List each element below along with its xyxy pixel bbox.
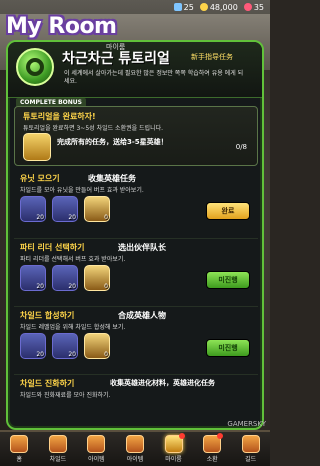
heart-icon: [243, 3, 252, 11]
quest-title-cn: 收集英雄进化材料，英雄进化任务: [110, 379, 215, 387]
reward-items: 20 20 0: [20, 196, 110, 222]
bonus-title: 튜토리얼을 완료하자!: [23, 112, 96, 121]
bonus-reward-text: 完成所有的任务，送给3-5星英雄！: [57, 138, 168, 146]
reward-crystal-icon[interactable]: 20: [52, 265, 78, 291]
heart-count: 35: [253, 2, 264, 12]
panel-description: 이 세계에서 살아가는데 필요한 많은 정보만 쪽쪽 학습하여 유용 에게 되세…: [64, 70, 244, 85]
bonus-description: 튜토리얼을 완료하면 3~5성 차일드 소환권을 드립니다.: [23, 125, 164, 132]
reward-chest-icon: [23, 133, 51, 161]
gem-count: 25: [183, 2, 194, 12]
gold-counter[interactable]: 48,000: [199, 2, 238, 12]
reward-crystal-icon[interactable]: 20: [20, 265, 46, 291]
nav-label: 아이템: [126, 456, 144, 463]
gem-counter[interactable]: 25: [173, 2, 194, 12]
my-room-logo: My Room: [6, 14, 117, 39]
quest-list: 유닛 모으기 收集英雄任务 차일드를 모아 유닛을 만들어 버프 효과 받아보기…: [14, 170, 258, 414]
quest-description: 차일드 레벨업을 위해 차일드 합성해 보기.: [20, 324, 126, 331]
guild-icon: [241, 435, 260, 453]
nav-home[interactable]: 홈: [10, 435, 29, 463]
panel-subtitle: 新手指导任务: [191, 53, 233, 61]
reward-crystal-icon[interactable]: 20: [52, 333, 78, 359]
quest-description: 파티 리더를 선택해서 버프 효과 받아보기.: [20, 256, 126, 263]
nav-label: 차일드: [49, 456, 67, 463]
reward-items: 20 20 0: [20, 265, 110, 291]
quest-title: 파티 리더 선택하기: [20, 243, 85, 252]
nav-label: 아이템: [88, 456, 105, 463]
tutorial-panel: 마이룸 차근차근 튜토리얼 新手指导任务 이 세계에서 살아가는데 필요한 많은…: [6, 40, 264, 430]
quest-item: 차일드 진화하기 收集英雄进化材料，英雄进化任务 차일드와 진화재료를 모아 진…: [14, 374, 258, 414]
complete-button[interactable]: 완료: [206, 202, 250, 220]
quest-item: 차일드 합성하기 合成英雄人物 차일드 레벨업을 위해 차일드 합성해 보기. …: [14, 306, 258, 374]
nav-child[interactable]: 차일드: [48, 435, 67, 463]
quest-title-cn: 合成英雄人物: [118, 311, 166, 320]
bonus-progress: 0/8: [235, 143, 247, 151]
quest-title: 차일드 진화하기: [20, 379, 75, 388]
quest-title: 차일드 합성하기: [20, 311, 75, 320]
gold-count: 48,000: [209, 2, 238, 12]
quest-title-cn: 选出伙伴队长: [118, 243, 166, 252]
in-progress-button[interactable]: 미진행: [206, 339, 250, 357]
complete-bonus-card: 튜토리얼을 완료하자! 튜토리얼을 완료하면 3~5성 차일드 소환권을 드립니…: [14, 106, 258, 166]
tutorial-badge-icon: [16, 48, 54, 86]
in-progress-button[interactable]: 미진행: [206, 271, 250, 289]
home-icon: [10, 435, 29, 453]
status-bar: 25 48,000 35: [0, 0, 270, 14]
nav-equip[interactable]: 아이템: [125, 435, 144, 463]
sword-icon: [125, 435, 144, 453]
alert-badge: [217, 433, 224, 439]
nav-label: 마이룸: [165, 456, 182, 463]
panel-header: 마이룸 차근차근 튜토리얼 新手指导任务 이 세계에서 살아가는데 필요한 많은…: [8, 42, 262, 98]
nav-myroom[interactable]: 마이룸: [164, 433, 185, 463]
quest-item: 유닛 모으기 收集英雄任务 차일드를 모아 유닛을 만들어 버프 효과 받아보기…: [14, 170, 258, 238]
reward-gold-icon[interactable]: 0: [84, 196, 110, 222]
reward-crystal-icon[interactable]: 20: [20, 196, 46, 222]
reward-gold-icon[interactable]: 0: [84, 333, 110, 359]
item-icon: [87, 435, 106, 453]
panel-title: 차근차근 튜토리얼: [62, 51, 170, 67]
bottom-navigation: 홈 차일드 아이템 아이템 마이룸 소환 길드: [0, 430, 270, 466]
nav-label: 소환: [206, 456, 218, 463]
quest-title: 유닛 모으기: [20, 174, 60, 183]
quest-title-cn: 收集英雄任务: [88, 174, 136, 183]
alert-badge: [178, 433, 185, 439]
quest-item: 파티 리더 선택하기 选出伙伴队长 파티 리더를 선택해서 버프 효과 받아보기…: [14, 238, 258, 306]
quest-description: 차일드와 진화재료를 모아 진화하기.: [20, 392, 111, 399]
nav-item[interactable]: 아이템: [87, 435, 106, 463]
reward-items: 20 20 0: [20, 333, 110, 359]
watermark: GAMERSKY: [227, 420, 266, 428]
gem-icon: [173, 3, 182, 11]
gold-icon: [199, 3, 208, 11]
reward-gold-icon[interactable]: 0: [84, 265, 110, 291]
reward-crystal-icon[interactable]: 20: [20, 333, 46, 359]
reward-crystal-icon[interactable]: 20: [52, 196, 78, 222]
nav-summon[interactable]: 소환: [203, 433, 224, 463]
child-icon: [48, 435, 67, 453]
quest-description: 차일드를 모아 유닛을 만들어 버프 효과 받아보기.: [20, 187, 144, 194]
nav-label: 홈: [16, 456, 23, 463]
heart-counter[interactable]: 35: [243, 2, 264, 12]
nav-guild[interactable]: 길드: [241, 435, 260, 463]
nav-label: 길드: [245, 456, 257, 463]
